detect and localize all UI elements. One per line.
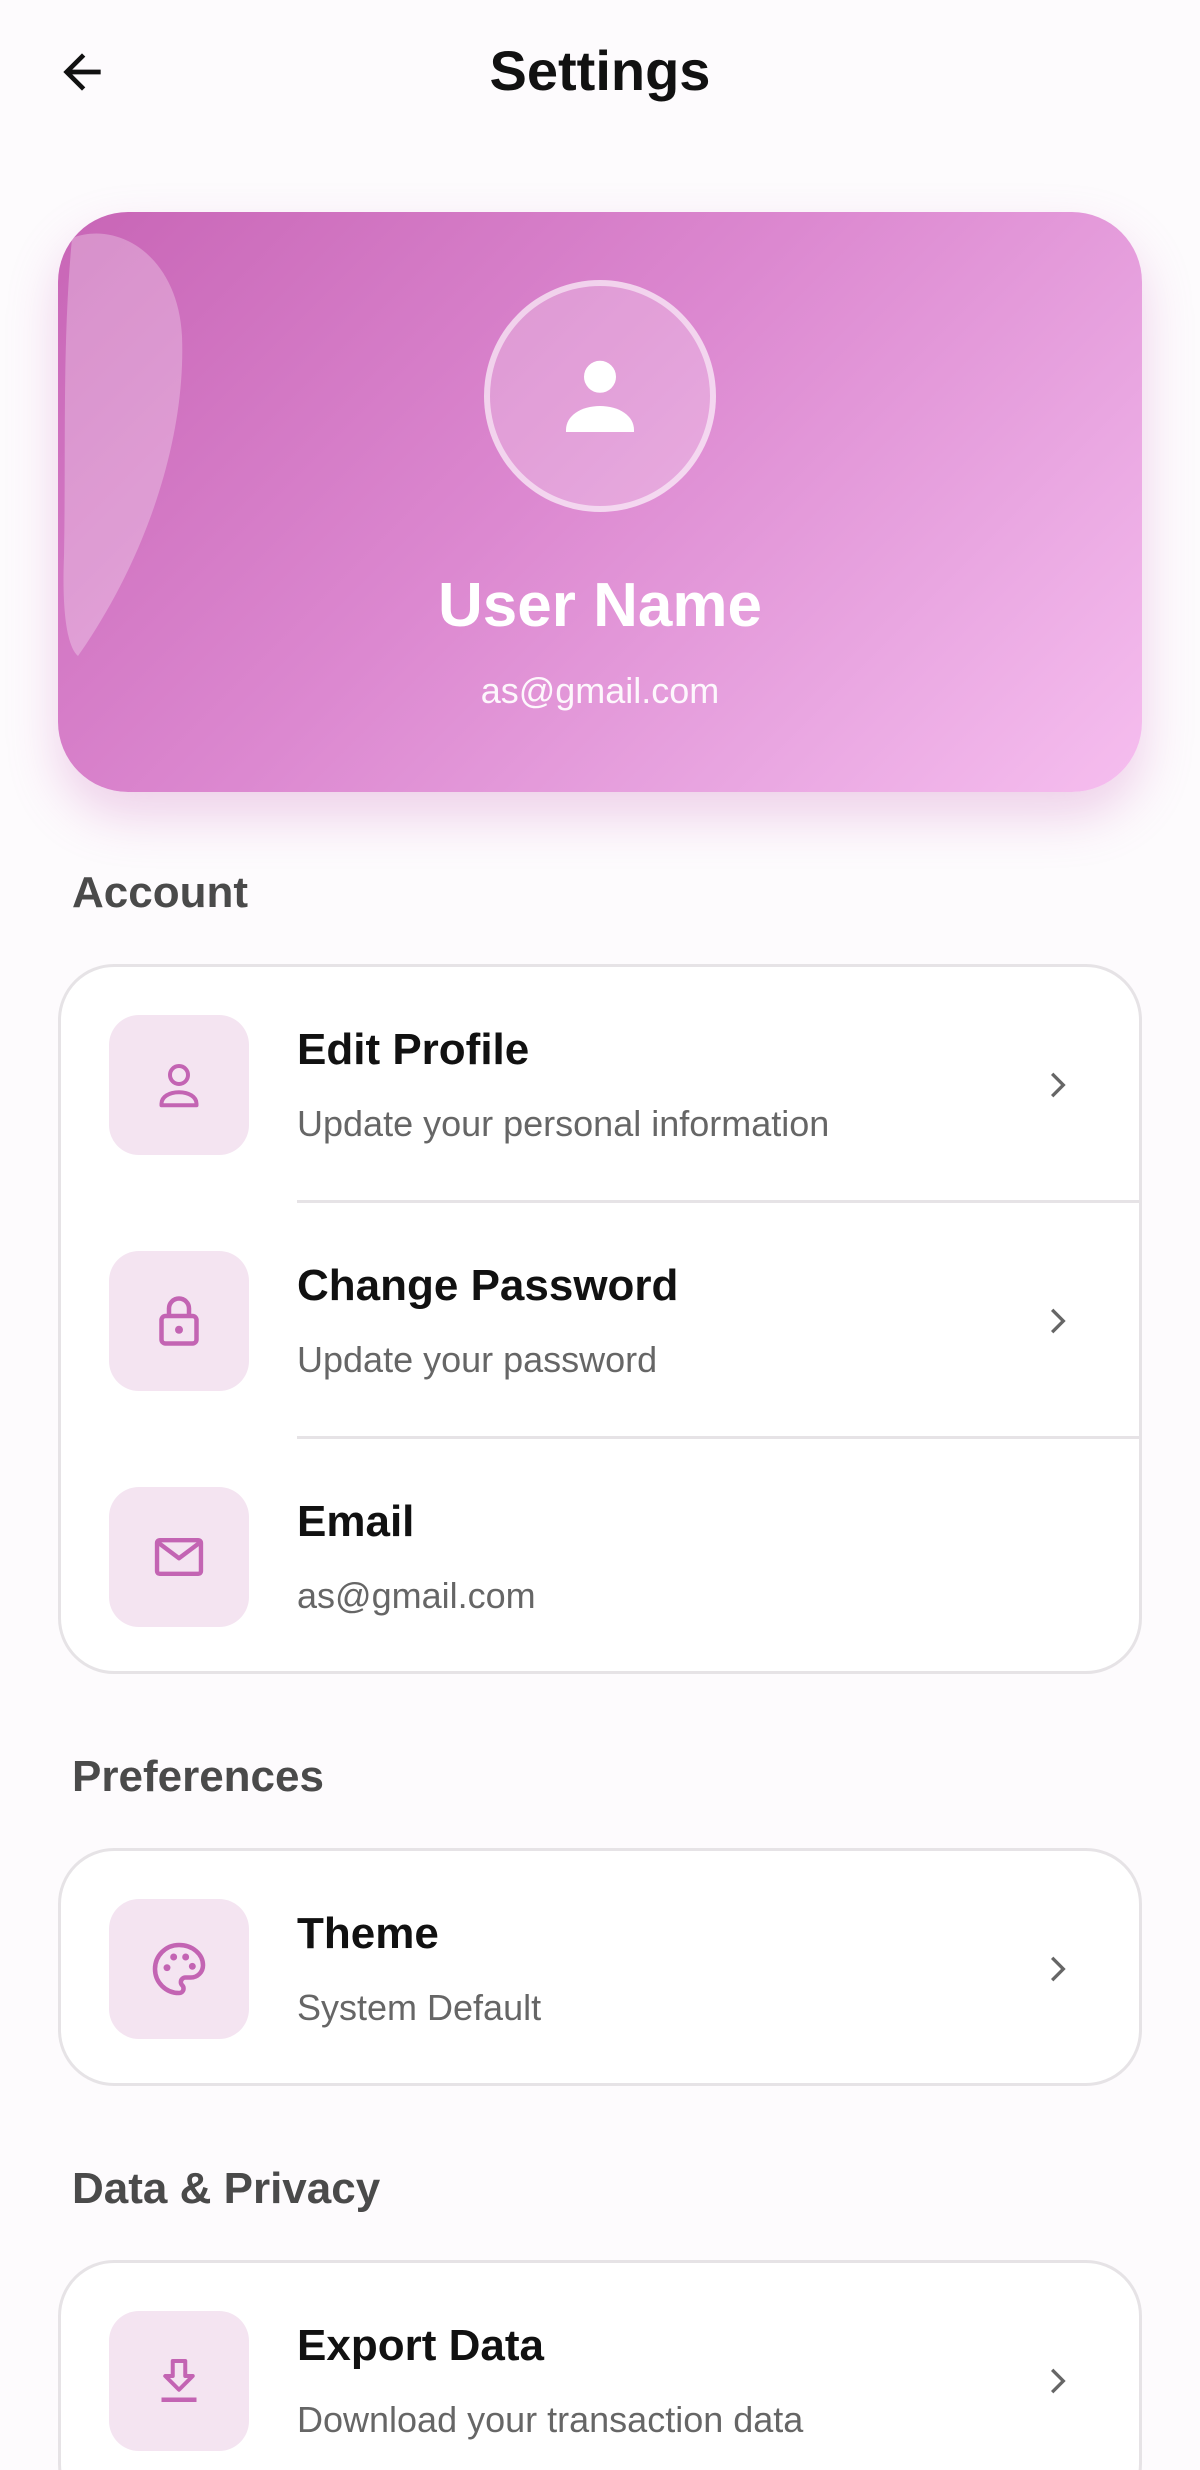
user-email: as@gmail.com (480, 670, 720, 711)
email-row: Email as@gmail.com (61, 1439, 1139, 1671)
row-title: Theme (297, 1909, 439, 1958)
lock-icon (159, 1296, 199, 1346)
chevron-right-icon (1039, 1065, 1079, 1105)
account-group: Edit Profile Update your personal inform… (58, 964, 1142, 1674)
section-title-preferences: Preferences (72, 1752, 324, 1801)
row-subtitle: Update your password (297, 1339, 658, 1380)
edit-profile-row[interactable]: Edit Profile Update your personal inform… (61, 967, 1139, 1203)
chevron-right-icon (1039, 1301, 1079, 1341)
row-title: Change Password (297, 1261, 679, 1310)
icon-tile (109, 1899, 249, 2039)
section-title-data-privacy: Data & Privacy (72, 2164, 381, 2213)
row-title: Edit Profile (297, 1025, 530, 1074)
page-title: Settings (489, 39, 711, 102)
export-data-row[interactable]: Export Data Download your transaction da… (61, 2263, 1139, 2470)
change-password-row[interactable]: Change Password Update your password (61, 1203, 1139, 1439)
icon-tile (109, 1015, 249, 1155)
person-icon (566, 360, 634, 432)
settings-screen: Settings User Name as@gmail.com Account … (0, 0, 1200, 2470)
theme-row[interactable]: Theme System Default (61, 1851, 1139, 2083)
icon-tile (109, 1251, 249, 1391)
mail-icon (154, 1538, 204, 1576)
row-subtitle: System Default (297, 1987, 542, 2028)
app-bar: Settings (0, 0, 1200, 150)
profile-card: User Name as@gmail.com (58, 212, 1142, 792)
chevron-right-icon (1039, 2361, 1079, 2401)
icon-tile (109, 1487, 249, 1627)
chevron-right-icon (1039, 1949, 1079, 1989)
user-name: User Name (438, 571, 762, 640)
download-icon (161, 2359, 197, 2402)
row-title: Export Data (297, 2321, 544, 2370)
avatar[interactable] (484, 280, 716, 512)
section-title-account: Account (72, 868, 248, 917)
row-title: Email (297, 1497, 415, 1546)
person-outline-icon (159, 1064, 199, 1108)
icon-tile (109, 2311, 249, 2451)
row-subtitle: as@gmail.com (297, 1575, 536, 1616)
palette-icon (152, 1942, 206, 1996)
preferences-group: Theme System Default (58, 1848, 1142, 2086)
row-subtitle: Update your personal information (297, 1103, 830, 1144)
row-subtitle: Download your transaction data (297, 2399, 804, 2440)
data-privacy-group: Export Data Download your transaction da… (58, 2260, 1142, 2470)
